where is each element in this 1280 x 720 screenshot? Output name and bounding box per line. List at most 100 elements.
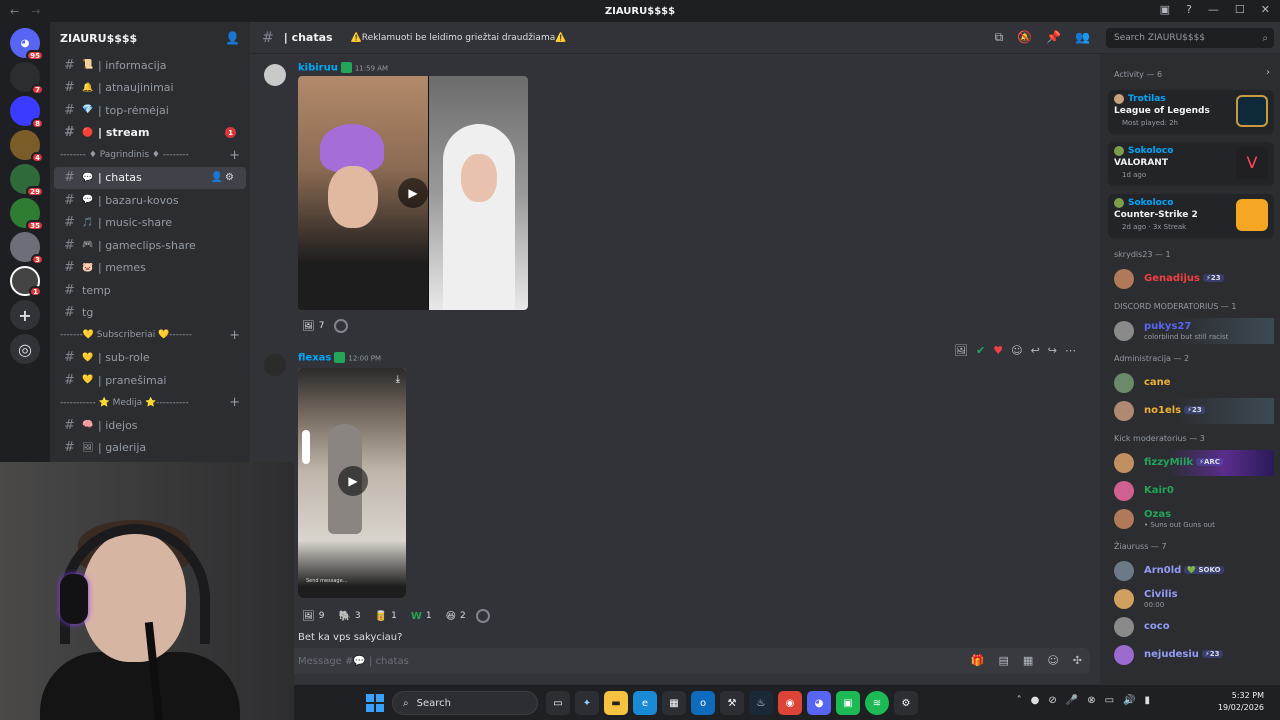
spotify-icon[interactable]: ≋	[865, 691, 889, 715]
avatar[interactable]	[264, 354, 286, 376]
reaction[interactable]: 🐘 3	[334, 607, 364, 625]
channel-item[interactable]: # tg	[54, 302, 246, 325]
chevron-up-icon[interactable]: ˄	[1017, 695, 1022, 706]
member-item[interactable]: Kair0	[1110, 478, 1274, 504]
member-item[interactable]: Genadijus ⚡23	[1110, 266, 1274, 292]
discord-icon[interactable]: ◕	[807, 691, 831, 715]
taskbar-clock[interactable]: 5:32 PM 19/02/2026	[1218, 690, 1264, 714]
steam-icon[interactable]: ♨	[749, 691, 773, 715]
channel-item[interactable]: # 💬 | chatas 👤⚙	[54, 166, 246, 189]
play-button[interactable]: ▶	[338, 466, 368, 496]
tray-app-icon[interactable]: ●	[1031, 695, 1040, 706]
settings-icon[interactable]: ⚙	[894, 691, 918, 715]
reaction[interactable]: W1	[407, 607, 436, 625]
channel-settings-icon[interactable]: 👤⚙	[211, 172, 236, 183]
emoji-icon[interactable]: ☺	[1047, 654, 1058, 667]
activity-card[interactable]: Sokoloco VALORANT 1d ago V	[1108, 142, 1274, 186]
direct-messages-button[interactable]: ◕ 95	[10, 28, 44, 61]
quick-react-icon[interactable]: 🖼	[954, 344, 968, 357]
add-reaction-icon[interactable]	[334, 319, 349, 333]
app-icon[interactable]: ▣	[836, 691, 860, 715]
author-name[interactable]: kibiruu	[298, 63, 338, 74]
channel-item[interactable]: # 🔔 | atnaujinimai	[54, 77, 246, 100]
back-arrow-icon[interactable]: ←	[10, 5, 19, 18]
member-item[interactable]: Ozas • Suns out Guns out	[1110, 506, 1274, 532]
member-item[interactable]: Civilis 00:00	[1110, 586, 1274, 612]
add-reaction-icon[interactable]	[475, 609, 490, 623]
server-icon[interactable]: 29	[10, 164, 44, 197]
heart-react-icon[interactable]: ♥	[993, 344, 1003, 357]
copilot-icon[interactable]: ✦	[575, 691, 599, 715]
member-item[interactable]: pukys27 colorblind but still racist	[1110, 318, 1274, 344]
create-channel-icon[interactable]: +	[229, 328, 240, 343]
more-icon[interactable]: ⋯	[1065, 344, 1076, 357]
mute-bell-icon[interactable]: 🔕	[1017, 30, 1032, 45]
edge-icon[interactable]: e	[633, 691, 657, 715]
activity-card[interactable]: Sokoloco Counter-Strike 2 2d ago · 3x St…	[1108, 194, 1274, 238]
gift-icon[interactable]: 🎁	[971, 654, 985, 667]
app-icon[interactable]: ⚒	[720, 691, 744, 715]
create-channel-icon[interactable]: +	[229, 148, 240, 163]
member-item[interactable]: cane	[1110, 370, 1274, 396]
member-item[interactable]: Arn0ld 💚 SOKO	[1110, 558, 1274, 584]
channel-item[interactable]: # 💬 | bazaru-kovos	[54, 189, 246, 212]
avatar[interactable]	[264, 64, 286, 86]
search-input[interactable]: Search ZIAURU$$$$ ⌕	[1106, 28, 1274, 48]
slider-handle[interactable]	[302, 430, 310, 464]
server-icon[interactable]: 3	[10, 232, 44, 265]
add-server-button[interactable]: +	[10, 300, 40, 330]
maximize-icon[interactable]: ☐	[1235, 3, 1245, 16]
volume-icon[interactable]: 🔊	[1123, 695, 1135, 706]
server-icon[interactable]: 1	[10, 266, 42, 297]
close-icon[interactable]: ✕	[1261, 3, 1270, 16]
sticker-icon[interactable]: ▦	[1023, 654, 1033, 667]
channel-item[interactable]: # 📜 | informacija	[54, 54, 246, 77]
file-explorer-icon[interactable]: ▬	[604, 691, 628, 715]
server-icon[interactable]: 35	[10, 198, 44, 231]
store-icon[interactable]: ▦	[662, 691, 686, 715]
server-icon[interactable]: 4	[10, 130, 44, 163]
apps-icon[interactable]: ✣	[1073, 654, 1082, 667]
create-channel-icon[interactable]: +	[229, 395, 240, 410]
download-icon[interactable]: ⤓	[396, 374, 400, 385]
forward-icon[interactable]: ↪	[1048, 344, 1057, 357]
chevron-right-icon[interactable]: ›	[1266, 67, 1270, 78]
microphone-icon[interactable]: 🎤	[1066, 695, 1078, 706]
pin-icon[interactable]: 📌	[1046, 30, 1061, 45]
check-react-icon[interactable]: ✔	[976, 344, 985, 357]
gif-icon[interactable]: ▤	[999, 654, 1009, 667]
server-icon[interactable]: 8	[10, 96, 44, 129]
channel-item[interactable]: # 💛 | sub-role	[54, 347, 246, 370]
member-item[interactable]: fizzyMilk ⚡ARC	[1110, 450, 1274, 476]
outlook-icon[interactable]: o	[691, 691, 715, 715]
play-button[interactable]: ▶	[398, 178, 428, 208]
help-icon[interactable]: ?	[1186, 3, 1192, 16]
channel-category[interactable]: ----------- ⭐ Medija ⭐---------- +	[50, 392, 250, 415]
reaction[interactable]: 🖼 9	[298, 607, 328, 625]
network-icon[interactable]: ▭	[1105, 695, 1114, 706]
member-list-icon[interactable]: 👥	[1075, 30, 1090, 45]
reaction[interactable]: 🖼 7	[298, 317, 328, 335]
add-reaction-icon[interactable]: ☺	[1011, 344, 1022, 357]
member-item[interactable]: coco	[1110, 614, 1274, 640]
channel-item[interactable]: # 🎮 | gameclips-share	[54, 234, 246, 257]
channel-item[interactable]: # 🐷 | memes	[54, 257, 246, 280]
minimize-icon[interactable]: —	[1208, 3, 1219, 16]
activity-card[interactable]: Trotilas League of Legends Most played: …	[1108, 90, 1274, 134]
member-item[interactable]: nejudesiu ⚡23	[1110, 642, 1274, 668]
author-name[interactable]: flexas	[298, 353, 331, 364]
channel-item[interactable]: # 🧠 | idejos	[54, 414, 246, 437]
server-header[interactable]: ZIAURU$$$$ 👤	[50, 22, 250, 54]
reply-icon[interactable]: ↩	[1031, 344, 1040, 357]
member-item[interactable]: no1els ⚡23	[1110, 398, 1274, 424]
taskbar-search[interactable]: ⌕ Search	[392, 691, 538, 715]
video-attachment[interactable]: ▶	[298, 76, 528, 310]
channel-item[interactable]: # 🎵 | music-share	[54, 212, 246, 235]
threads-icon[interactable]: ⧉	[995, 30, 1004, 45]
channel-item[interactable]: # 💎 | top-rėmėjai	[54, 99, 246, 122]
video-attachment[interactable]: ⤓ ▶ Send message...	[298, 368, 406, 598]
battery-icon[interactable]: ▮	[1144, 695, 1150, 706]
channel-item[interactable]: # 💛 | pranešimai	[54, 369, 246, 392]
channel-item[interactable]: # 🖼 | galerija	[54, 437, 246, 460]
channel-topic[interactable]: ⚠️Reklamuoti be leidimo griežtai draudži…	[351, 33, 567, 43]
